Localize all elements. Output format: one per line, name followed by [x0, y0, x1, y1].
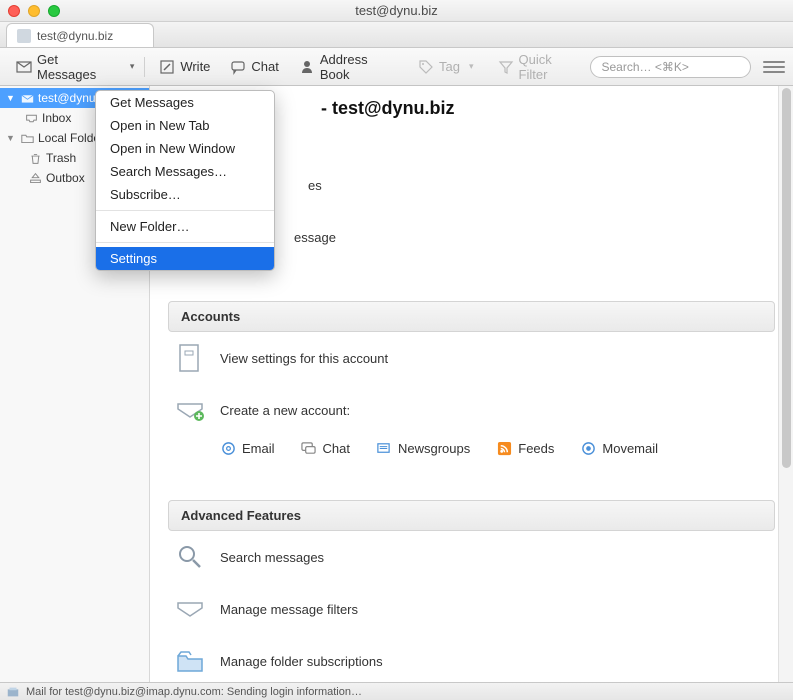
filters-icon	[174, 593, 206, 625]
menu-open-new-tab[interactable]: Open in New Tab	[96, 114, 274, 137]
menu-subscribe[interactable]: Subscribe…	[96, 183, 274, 206]
address-book-label: Address Book	[320, 52, 394, 82]
menu-new-folder[interactable]: New Folder…	[96, 215, 274, 238]
pencil-icon	[159, 59, 175, 75]
row-search-messages[interactable]: Search messages	[168, 531, 775, 583]
quick-filter-label: Quick Filter	[519, 52, 579, 82]
outbox-label: Outbox	[46, 171, 85, 185]
get-messages-button[interactable]: Get Messages	[8, 48, 122, 86]
inbox-icon	[24, 111, 38, 125]
outbox-icon	[28, 171, 42, 185]
tag-label: Tag	[439, 59, 460, 74]
folder-icon	[20, 131, 34, 145]
tag-icon	[418, 59, 434, 75]
window-titlebar: test@dynu.biz	[0, 0, 793, 22]
row-manage-subs[interactable]: Manage folder subscriptions	[168, 635, 775, 682]
tab-account[interactable]: test@dynu.biz	[6, 23, 154, 47]
search-placeholder: Search… <⌘K>	[601, 60, 688, 74]
account-context-menu: Get Messages Open in New Tab Open in New…	[95, 90, 275, 271]
person-icon	[299, 59, 315, 75]
chat-label: Chat	[251, 59, 278, 74]
menu-separator	[96, 210, 274, 211]
newsgroup-icon	[376, 440, 392, 456]
search-input[interactable]: Search… <⌘K>	[590, 56, 750, 78]
status-bar: Mail for test@dynu.biz@imap.dynu.com: Se…	[0, 682, 793, 700]
mail-account-icon	[20, 91, 34, 105]
link-email[interactable]: Email	[220, 440, 275, 456]
manage-filters-label: Manage message filters	[220, 602, 358, 617]
address-book-button[interactable]: Address Book	[291, 48, 402, 86]
folder-stack-icon	[174, 645, 206, 677]
activity-icon	[6, 685, 20, 699]
write-button[interactable]: Write	[151, 55, 218, 79]
chat-bubble-icon	[301, 440, 317, 456]
link-chat[interactable]: Chat	[301, 440, 350, 456]
view-settings-label: View settings for this account	[220, 351, 388, 366]
at-icon	[220, 440, 236, 456]
menu-open-new-window[interactable]: Open in New Window	[96, 137, 274, 160]
chevron-down-icon: ▾	[465, 61, 478, 72]
trash-icon	[28, 151, 42, 165]
menu-separator	[96, 242, 274, 243]
search-messages-label: Search messages	[220, 550, 324, 565]
vertical-scrollbar[interactable]	[778, 86, 793, 682]
trash-label: Trash	[46, 151, 76, 165]
movemail-icon	[580, 440, 596, 456]
status-text: Mail for test@dynu.biz@imap.dynu.com: Se…	[26, 686, 362, 698]
row-view-settings[interactable]: View settings for this account	[168, 332, 775, 384]
mail-icon	[17, 29, 31, 43]
inbox-label: Inbox	[42, 111, 71, 125]
row-manage-filters[interactable]: Manage message filters	[168, 583, 775, 635]
create-account-label: Create a new account:	[220, 403, 350, 418]
new-account-icon	[174, 394, 206, 426]
menu-search-messages[interactable]: Search Messages…	[96, 160, 274, 183]
chat-icon	[230, 59, 246, 75]
link-movemail[interactable]: Movemail	[580, 440, 658, 456]
link-feeds[interactable]: Feeds	[496, 440, 554, 456]
tab-strip: test@dynu.biz	[0, 22, 793, 48]
chat-button[interactable]: Chat	[222, 55, 286, 79]
app-menu-button[interactable]	[763, 57, 785, 77]
account-type-links: Email Chat Newsgroups Feeds Movemail	[168, 436, 775, 462]
write-label: Write	[180, 59, 210, 74]
rss-icon	[496, 440, 512, 456]
tag-button[interactable]: Tag ▾	[410, 55, 486, 79]
section-header-advanced: Advanced Features	[168, 500, 775, 531]
magnifier-icon	[174, 541, 206, 573]
menu-settings[interactable]: Settings	[96, 247, 274, 270]
disclosure-triangle-icon[interactable]: ▼	[6, 133, 16, 143]
row-create-account: Create a new account:	[168, 384, 775, 436]
disclosure-triangle-icon[interactable]: ▼	[6, 93, 16, 103]
toolbar-separator	[144, 57, 145, 77]
link-newsgroups[interactable]: Newsgroups	[376, 440, 470, 456]
funnel-icon	[498, 59, 514, 75]
main-toolbar: Get Messages ▾ Write Chat Address Book T…	[0, 48, 793, 86]
get-messages-label: Get Messages	[37, 52, 114, 82]
window-title: test@dynu.biz	[0, 3, 793, 18]
row-write-label: essage	[294, 230, 336, 245]
get-messages-dropdown[interactable]: ▾	[126, 61, 139, 72]
manage-subs-label: Manage folder subscriptions	[220, 654, 383, 669]
quick-filter-button[interactable]: Quick Filter	[490, 48, 587, 86]
row-read-label: es	[308, 178, 322, 193]
tab-label: test@dynu.biz	[37, 29, 113, 43]
envelope-icon	[16, 59, 32, 75]
section-header-accounts: Accounts	[168, 301, 775, 332]
scrollbar-thumb[interactable]	[782, 88, 791, 468]
settings-icon	[174, 342, 206, 374]
menu-get-messages[interactable]: Get Messages	[96, 91, 274, 114]
